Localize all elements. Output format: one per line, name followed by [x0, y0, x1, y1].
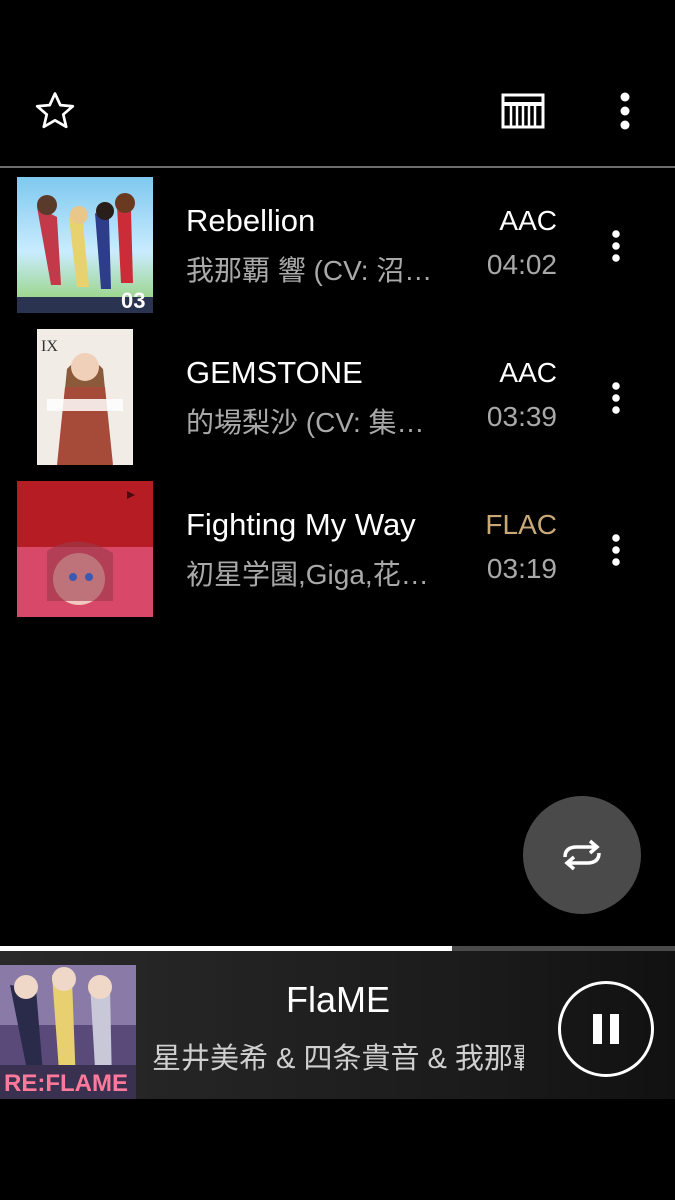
- track-title: GEMSTONE: [186, 355, 363, 390]
- album-art-badge: 03: [121, 288, 145, 313]
- album-art: IX: [17, 329, 153, 465]
- track-artist: 初星学園,Giga,花…: [186, 559, 429, 590]
- track-artist: 的場梨沙 (CV: 集…: [186, 407, 425, 438]
- overflow-menu-icon: [620, 92, 630, 130]
- track-menu-button[interactable]: [596, 525, 636, 575]
- overflow-menu-icon: [612, 534, 620, 566]
- header-divider: [0, 166, 675, 168]
- album-art: 03: [17, 177, 153, 313]
- now-playing-artist: 星井美希 & 四条貴音 & 我那覇: [152, 1043, 524, 1075]
- track-row[interactable]: IX GEMSTONE 的場梨沙 (CV: 集… AAC 03:39: [0, 329, 675, 481]
- repeat-button[interactable]: [523, 796, 641, 914]
- track-menu-button[interactable]: [596, 221, 636, 271]
- track-row[interactable]: Fighting My Way 初星学園,Giga,花… FLAC 03:19: [0, 481, 675, 633]
- overflow-menu-icon: [612, 382, 620, 414]
- now-playing-album-art: RE:FLAME: [0, 965, 136, 1099]
- track-row[interactable]: 03 Rebellion 我那覇 響 (CV: 沼… AAC 04:02: [0, 177, 675, 329]
- overflow-menu-icon: [612, 230, 620, 262]
- overflow-menu-button[interactable]: [598, 84, 652, 138]
- star-outline-icon: [35, 92, 75, 129]
- album-art: [17, 481, 153, 617]
- repeat-icon: [563, 839, 601, 871]
- top-bar: [0, 0, 675, 168]
- album-art-badge: IX: [41, 338, 58, 355]
- track-title: Rebellion: [186, 203, 316, 238]
- keyboard-button[interactable]: [496, 84, 550, 138]
- now-playing-title: FlaME: [285, 979, 390, 1020]
- track-title: Fighting My Way: [186, 507, 416, 542]
- album-art-text: RE:FLAME: [4, 1070, 128, 1097]
- favorite-button[interactable]: [28, 84, 82, 138]
- pause-icon: [593, 1014, 619, 1044]
- track-format: FLAC: [485, 509, 557, 540]
- keyboard-icon: [501, 93, 545, 129]
- now-playing-bar[interactable]: RE:FLAME FlaME 星井美希 & 四条貴音 & 我那覇: [0, 951, 675, 1099]
- track-menu-button[interactable]: [596, 373, 636, 423]
- track-duration: 04:02: [486, 249, 557, 280]
- track-duration: 03:39: [486, 401, 557, 432]
- track-format: AAC: [499, 357, 557, 388]
- pause-button[interactable]: [558, 981, 654, 1077]
- track-artist: 我那覇 響 (CV: 沼…: [186, 255, 433, 286]
- track-duration: 03:19: [486, 553, 557, 584]
- track-format: AAC: [499, 205, 557, 236]
